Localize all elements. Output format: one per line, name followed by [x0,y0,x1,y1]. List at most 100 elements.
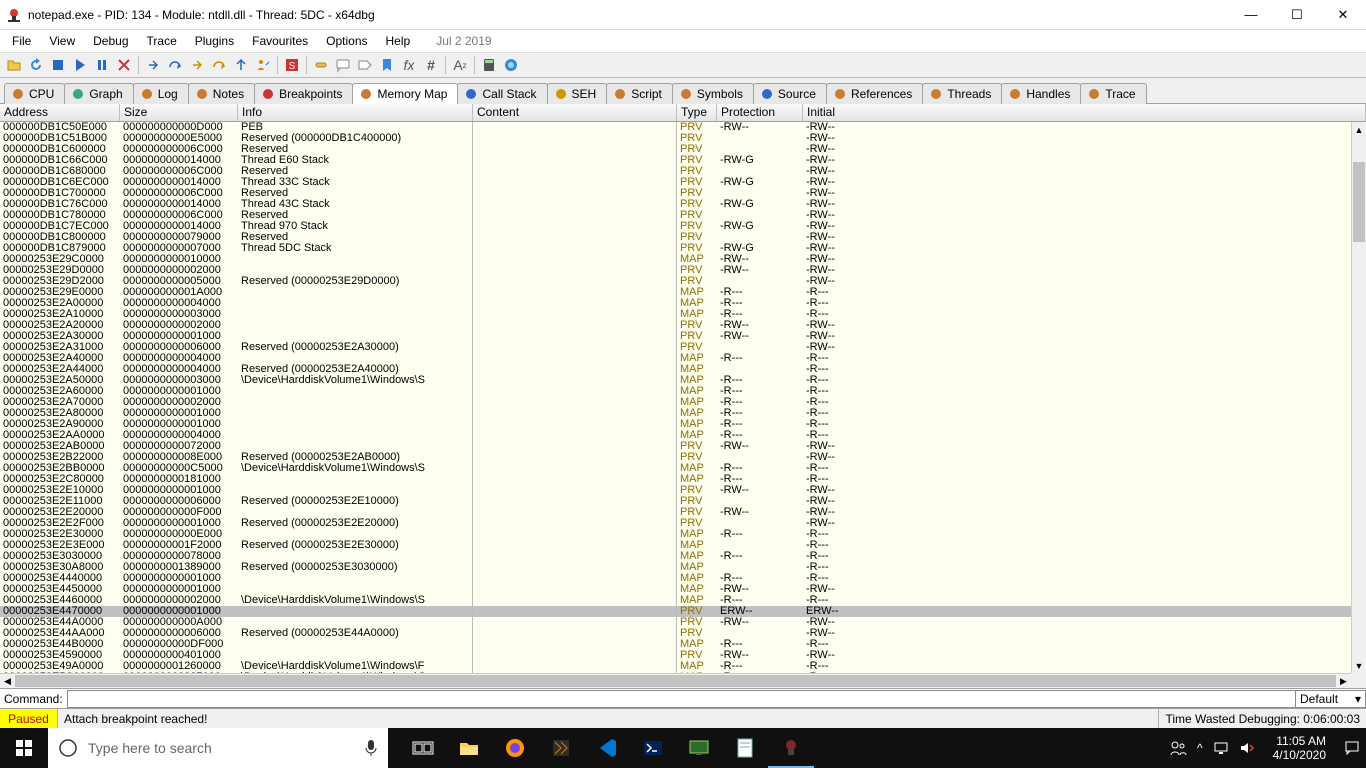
mic-icon[interactable] [364,739,378,757]
table-row[interactable]: 00000253E2C800000000000000181000MAP -R--… [0,474,1351,485]
calculator-icon[interactable] [479,55,499,75]
col-address[interactable]: Address [0,104,120,121]
menu-trace[interactable]: Trace [139,32,185,50]
table-row[interactable]: 00000253E45900000000000000401000PRV -RW-… [0,650,1351,661]
check-updates-icon[interactable] [501,55,521,75]
close-button[interactable]: ✕ [1320,0,1366,29]
table-row[interactable]: 00000253E2BB000000000000000C5000\Device\… [0,463,1351,474]
table-row[interactable]: 000000DB1C8790000000000000007000Thread 5… [0,243,1351,254]
run-to-user-icon[interactable] [253,55,273,75]
table-row[interactable]: 00000253E29D20000000000000005000Reserved… [0,276,1351,287]
tab-notes[interactable]: Notes [188,83,255,104]
run-to-return-icon[interactable] [231,55,251,75]
tray-expand-icon[interactable]: ^ [1197,741,1203,755]
variables-icon[interactable]: # [421,55,441,75]
patches-icon[interactable] [311,55,331,75]
table-row[interactable]: 00000253E44500000000000000001000MAP -RW-… [0,584,1351,595]
x64dbg-taskbar-icon[interactable] [768,728,814,768]
file-explorer-icon[interactable] [446,728,492,768]
minimize-button[interactable]: — [1228,0,1274,29]
table-row[interactable]: 00000253E2E20000000000000000F000PRV -RW-… [0,507,1351,518]
table-row[interactable]: 00000253E2A500000000000000003000\Device\… [0,375,1351,386]
tab-trace[interactable]: Trace [1080,83,1146,104]
table-row[interactable]: 00000253E2A800000000000000001000MAP -R--… [0,408,1351,419]
firefox-icon[interactable] [492,728,538,768]
tab-references[interactable]: References [826,83,923,104]
table-row[interactable]: 000000DB1C8000000000000000079000Reserved… [0,232,1351,243]
table-row[interactable]: 00000253E2E100000000000000001000PRV -RW-… [0,485,1351,496]
table-row[interactable]: 00000253E2A600000000000000001000MAP -R--… [0,386,1351,397]
table-row[interactable]: 00000253E2A200000000000000002000PRV -RW-… [0,320,1351,331]
col-size[interactable]: Size [120,104,238,121]
remote-desktop-icon[interactable] [676,728,722,768]
maximize-button[interactable]: ☐ [1274,0,1320,29]
tab-symbols[interactable]: Symbols [672,83,754,104]
table-row[interactable]: 00000253E44B000000000000000DF000MAP -R--… [0,639,1351,650]
table-row[interactable]: 00000253E2A300000000000000001000PRV -RW-… [0,331,1351,342]
command-input[interactable] [67,690,1296,708]
col-protection[interactable]: Protection [717,104,803,121]
table-row[interactable]: 000000DB1C76C0000000000000014000Thread 4… [0,199,1351,210]
strings-icon[interactable]: Az [450,55,470,75]
tab-call-stack[interactable]: Call Stack [457,83,547,104]
table-row[interactable]: 00000253E2A310000000000000006000Reserved… [0,342,1351,353]
table-row[interactable]: 00000253E2A440000000000000004000Reserved… [0,364,1351,375]
col-initial[interactable]: Initial [803,104,1366,121]
menu-view[interactable]: View [41,32,83,50]
table-row[interactable]: 000000DB1C680000000000000006C000Reserved… [0,166,1351,177]
table-row[interactable]: 000000DB1C66C0000000000000014000Thread E… [0,155,1351,166]
tab-cpu[interactable]: CPU [4,83,65,104]
table-row[interactable]: 00000253E2B22000000000000008E000Reserved… [0,452,1351,463]
restart-icon[interactable] [26,55,46,75]
horizontal-scrollbar[interactable]: ◀▶ [0,673,1351,688]
table-row[interactable]: 00000253E2E110000000000000006000Reserved… [0,496,1351,507]
step-over-icon[interactable] [165,55,185,75]
table-row[interactable]: 00000253E2E2F0000000000000001000Reserved… [0,518,1351,529]
vertical-scrollbar[interactable]: ▲▼ [1351,122,1366,673]
close-file-icon[interactable] [114,55,134,75]
comments-icon[interactable] [333,55,353,75]
trace-into-icon[interactable] [187,55,207,75]
tab-breakpoints[interactable]: Breakpoints [254,83,353,104]
step-into-icon[interactable] [143,55,163,75]
table-row[interactable]: 00000253E2E3E00000000000001F2000Reserved… [0,540,1351,551]
vscode-icon[interactable] [584,728,630,768]
tab-handles[interactable]: Handles [1001,83,1081,104]
table-row[interactable]: 00000253E2A700000000000000002000MAP -R--… [0,397,1351,408]
menu-file[interactable]: File [4,32,39,50]
table-row[interactable]: 00000253E44600000000000000002000\Device\… [0,595,1351,606]
functions-icon[interactable]: fx [399,55,419,75]
run-icon[interactable] [70,55,90,75]
network-icon[interactable] [1213,740,1229,756]
labels-icon[interactable] [355,55,375,75]
notepad-icon[interactable] [722,728,768,768]
table-row[interactable]: 000000DB1C51B00000000000000E5000Reserved… [0,133,1351,144]
action-center-icon[interactable] [1344,740,1360,756]
table-row[interactable]: 00000253E44A0000000000000000A000PRV -RW-… [0,617,1351,628]
table-row[interactable]: 00000253E49A00000000000001260000\Device\… [0,661,1351,672]
menu-debug[interactable]: Debug [85,32,136,50]
stop-icon[interactable] [48,55,68,75]
table-row[interactable]: 00000253E44700000000000000001000PRV ERW-… [0,606,1351,617]
table-row[interactable]: 00000253E30A80000000000001389000Reserved… [0,562,1351,573]
tab-graph[interactable]: Graph [64,83,133,104]
menu-plugins[interactable]: Plugins [187,32,242,50]
powershell-icon[interactable] [630,728,676,768]
table-row[interactable]: 000000DB1C7EC0000000000000014000Thread 9… [0,221,1351,232]
col-type[interactable]: Type [677,104,717,121]
start-button[interactable] [0,728,48,768]
tab-seh[interactable]: SEH [547,83,608,104]
volume-icon[interactable] [1239,740,1255,756]
col-content[interactable]: Content [473,104,677,121]
tab-memory-map[interactable]: Memory Map [352,83,458,104]
menu-options[interactable]: Options [318,32,375,50]
table-row[interactable]: 000000DB1C600000000000000006C000Reserved… [0,144,1351,155]
table-row[interactable]: 00000253E2A400000000000000004000MAP -R--… [0,353,1351,364]
table-row[interactable]: 00000253E29E0000000000000001A000MAP -R--… [0,287,1351,298]
table-row[interactable]: 00000253E2E30000000000000000E000MAP -R--… [0,529,1351,540]
table-row[interactable]: 00000253E2A100000000000000003000MAP -R--… [0,309,1351,320]
taskbar-search[interactable]: Type here to search [48,728,388,768]
menu-favourites[interactable]: Favourites [244,32,316,50]
vscode-launcher-icon[interactable] [538,728,584,768]
table-row[interactable]: 000000DB1C780000000000000006C000Reserved… [0,210,1351,221]
